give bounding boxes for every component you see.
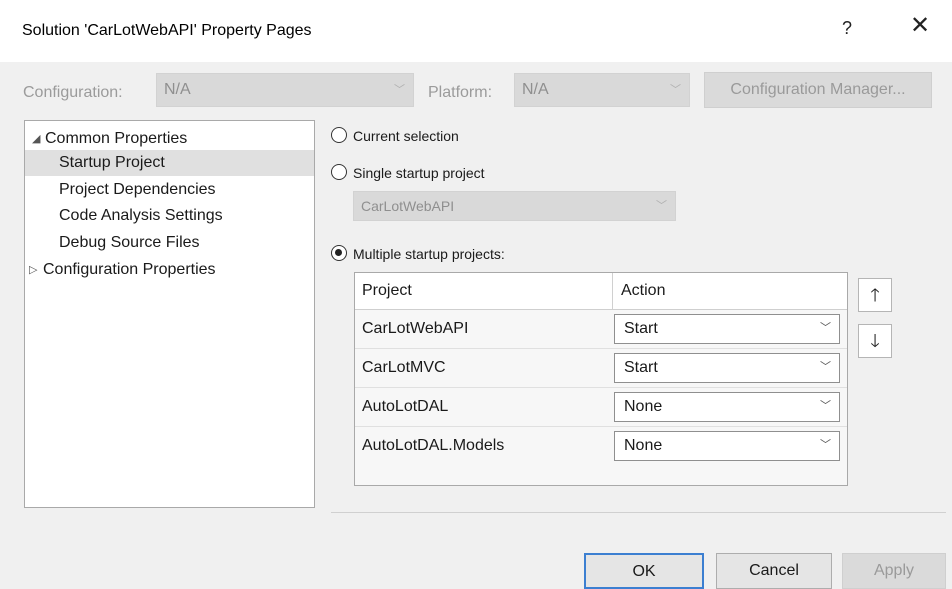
chevron-down-icon: ﹀ (820, 322, 831, 334)
close-button[interactable]: ✕ (910, 14, 930, 38)
move-up-button[interactable]: 🡑 (858, 278, 892, 312)
expanded-triangle-icon[interactable]: ◢ (32, 126, 40, 152)
project-name: CarLotWebAPI (362, 320, 469, 337)
chevron-down-icon: ﹀ (820, 361, 831, 373)
chevron-down-icon: ﹀ (820, 439, 831, 451)
chevron-down-icon: ﹀ (670, 84, 681, 96)
column-header-project[interactable]: Project (362, 273, 412, 309)
configuration-manager-button[interactable]: Configuration Manager... (704, 72, 932, 108)
single-startup-combo[interactable]: CarLotWebAPI ﹀ (353, 191, 676, 221)
action-value: Start (624, 359, 658, 376)
apply-button[interactable]: Apply (842, 553, 946, 589)
tree-item-configuration-properties[interactable]: ▷ Configuration Properties (25, 257, 314, 283)
property-tree: ◢ Common Properties Startup Project Proj… (24, 120, 315, 508)
tree-item-label: Common Properties (45, 130, 188, 147)
action-dropdown[interactable]: None ﹀ (614, 431, 840, 461)
tree-item-label: Code Analysis Settings (59, 207, 223, 224)
footer-divider (331, 512, 946, 513)
tree-item-startup-project[interactable]: Startup Project (25, 150, 314, 176)
tree-item-label: Project Dependencies (59, 181, 216, 198)
column-header-action[interactable]: Action (621, 273, 665, 309)
grid-header: Project Action (355, 273, 847, 310)
platform-label: Platform: (428, 84, 493, 101)
tree-item-label: Debug Source Files (59, 234, 200, 251)
action-value: Start (624, 320, 658, 337)
action-dropdown[interactable]: Start ﹀ (614, 314, 840, 344)
single-startup-combo-value: CarLotWebAPI (361, 198, 455, 214)
ok-button[interactable]: OK (584, 553, 704, 589)
tree-item-label: Configuration Properties (43, 261, 216, 278)
move-down-button[interactable]: 🡓 (858, 324, 892, 358)
project-name: AutoLotDAL.Models (362, 437, 505, 454)
radio-button-checked[interactable] (331, 245, 347, 261)
table-row[interactable]: AutoLotDAL None ﹀ (355, 388, 847, 426)
radio-button[interactable] (331, 164, 347, 180)
window-title: Solution 'CarLotWebAPI' Property Pages (22, 22, 312, 39)
arrow-down-icon: 🡓 (870, 331, 880, 351)
collapsed-triangle-icon[interactable]: ▷ (29, 257, 37, 283)
property-pages-dialog: Solution 'CarLotWebAPI' Property Pages ?… (0, 0, 952, 589)
radio-button[interactable] (331, 127, 347, 143)
arrow-up-icon: 🡑 (870, 285, 880, 305)
table-row[interactable]: CarLotWebAPI Start ﹀ (355, 310, 847, 348)
configuration-label: Configuration: (23, 84, 123, 101)
table-row[interactable]: AutoLotDAL.Models None ﹀ (355, 427, 847, 465)
chevron-down-icon: ﹀ (394, 84, 405, 96)
tree-item-code-analysis-settings[interactable]: Code Analysis Settings (25, 203, 314, 229)
tree-item-debug-source-files[interactable]: Debug Source Files (25, 230, 314, 256)
chevron-down-icon: ﹀ (656, 200, 667, 212)
platform-combo[interactable]: N/A ﹀ (514, 73, 690, 107)
action-dropdown[interactable]: None ﹀ (614, 392, 840, 422)
help-button[interactable]: ? (842, 18, 852, 39)
action-value: None (624, 437, 663, 454)
cancel-button[interactable]: Cancel (716, 553, 832, 589)
project-name: AutoLotDAL (362, 398, 449, 415)
column-divider[interactable] (612, 273, 613, 309)
action-dropdown[interactable]: Start ﹀ (614, 353, 840, 383)
action-value: None (624, 398, 663, 415)
tree-item-common-properties[interactable]: ◢ Common Properties (25, 126, 314, 152)
configuration-combo[interactable]: N/A ﹀ (156, 73, 414, 107)
multiple-startup-label: Multiple startup projects: (353, 246, 505, 262)
title-bar: Solution 'CarLotWebAPI' Property Pages ?… (0, 0, 952, 62)
configuration-combo-value: N/A (164, 81, 191, 98)
current-selection-label: Current selection (353, 128, 459, 144)
project-name: CarLotMVC (362, 359, 446, 376)
chevron-down-icon: ﹀ (820, 400, 831, 412)
table-row[interactable]: CarLotMVC Start ﹀ (355, 349, 847, 387)
platform-combo-value: N/A (522, 81, 549, 98)
startup-projects-grid: Project Action CarLotWebAPI Start ﹀ CarL… (354, 272, 848, 486)
single-startup-label: Single startup project (353, 165, 485, 181)
tree-item-project-dependencies[interactable]: Project Dependencies (25, 177, 314, 203)
tree-item-label: Startup Project (59, 154, 165, 171)
